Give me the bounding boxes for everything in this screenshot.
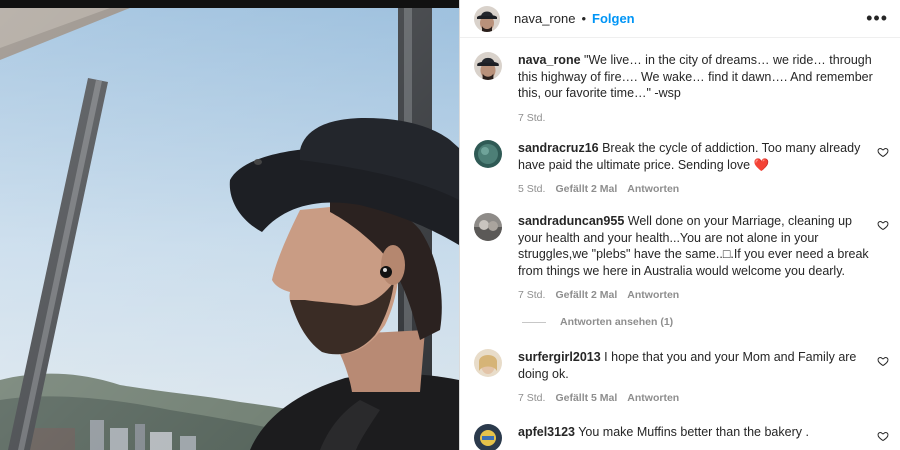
avatar[interactable] [474, 424, 502, 450]
follow-button[interactable]: Folgen [592, 11, 635, 26]
like-heart-icon[interactable] [877, 430, 889, 442]
view-replies-button[interactable]: Antworten ansehen (1) [522, 316, 673, 328]
reply-button[interactable]: Antworten [627, 287, 679, 304]
caption: nava_rone "We live… in the city of dream… [474, 52, 874, 126]
comment-time[interactable]: 7 Std. [518, 390, 545, 407]
comment: surfergirl2013 I hope that you and your … [474, 349, 889, 407]
caption-author[interactable]: nava_rone [518, 53, 581, 67]
heart-emoji: ❤️ [753, 157, 770, 172]
view-replies-label: Antworten ansehen (1) [560, 316, 674, 328]
separator-dot: • [581, 11, 587, 26]
likes-count[interactable]: Gefällt 2 Mal [555, 287, 617, 304]
comments-panel: nava_rone • Folgen ••• nava_rone "We liv… [459, 0, 900, 450]
replies-divider [522, 321, 546, 323]
post-author[interactable]: nava_rone [514, 11, 575, 26]
comment: sandraduncan955 Well done on your Marria… [474, 213, 889, 304]
comment-time[interactable]: 7 Std. [518, 287, 545, 304]
likes-count[interactable]: Gefällt 5 Mal [555, 390, 617, 407]
avatar[interactable] [474, 349, 502, 377]
more-icon[interactable]: ••• [866, 8, 888, 29]
comment-author[interactable]: apfel3123 [518, 425, 575, 439]
comment-text: You make Muffins better than the bakery … [578, 425, 809, 439]
comment-author[interactable]: surfergirl2013 [518, 350, 601, 364]
like-heart-icon[interactable] [877, 146, 889, 158]
comment: apfel3123 You make Muffins better than t… [474, 424, 889, 450]
comment-author[interactable]: sandraduncan955 [518, 214, 624, 228]
post-photo[interactable] [0, 0, 459, 450]
avatar[interactable] [474, 140, 502, 168]
likes-count[interactable]: Gefällt 2 Mal [555, 181, 617, 198]
comment-author[interactable]: sandracruz16 [518, 141, 599, 155]
avatar[interactable] [474, 52, 502, 80]
reply-button[interactable]: Antworten [627, 181, 679, 198]
post-header: nava_rone • Folgen ••• [460, 0, 900, 38]
like-heart-icon[interactable] [877, 355, 889, 367]
avatar[interactable] [474, 213, 502, 241]
caption-time[interactable]: 7 Std. [518, 110, 545, 127]
like-heart-icon[interactable] [877, 219, 889, 231]
reply-button[interactable]: Antworten [627, 390, 679, 407]
comment: sandracruz16 Break the cycle of addictio… [474, 140, 889, 198]
comment-time[interactable]: 5 Std. [518, 181, 545, 198]
avatar[interactable] [474, 5, 500, 32]
